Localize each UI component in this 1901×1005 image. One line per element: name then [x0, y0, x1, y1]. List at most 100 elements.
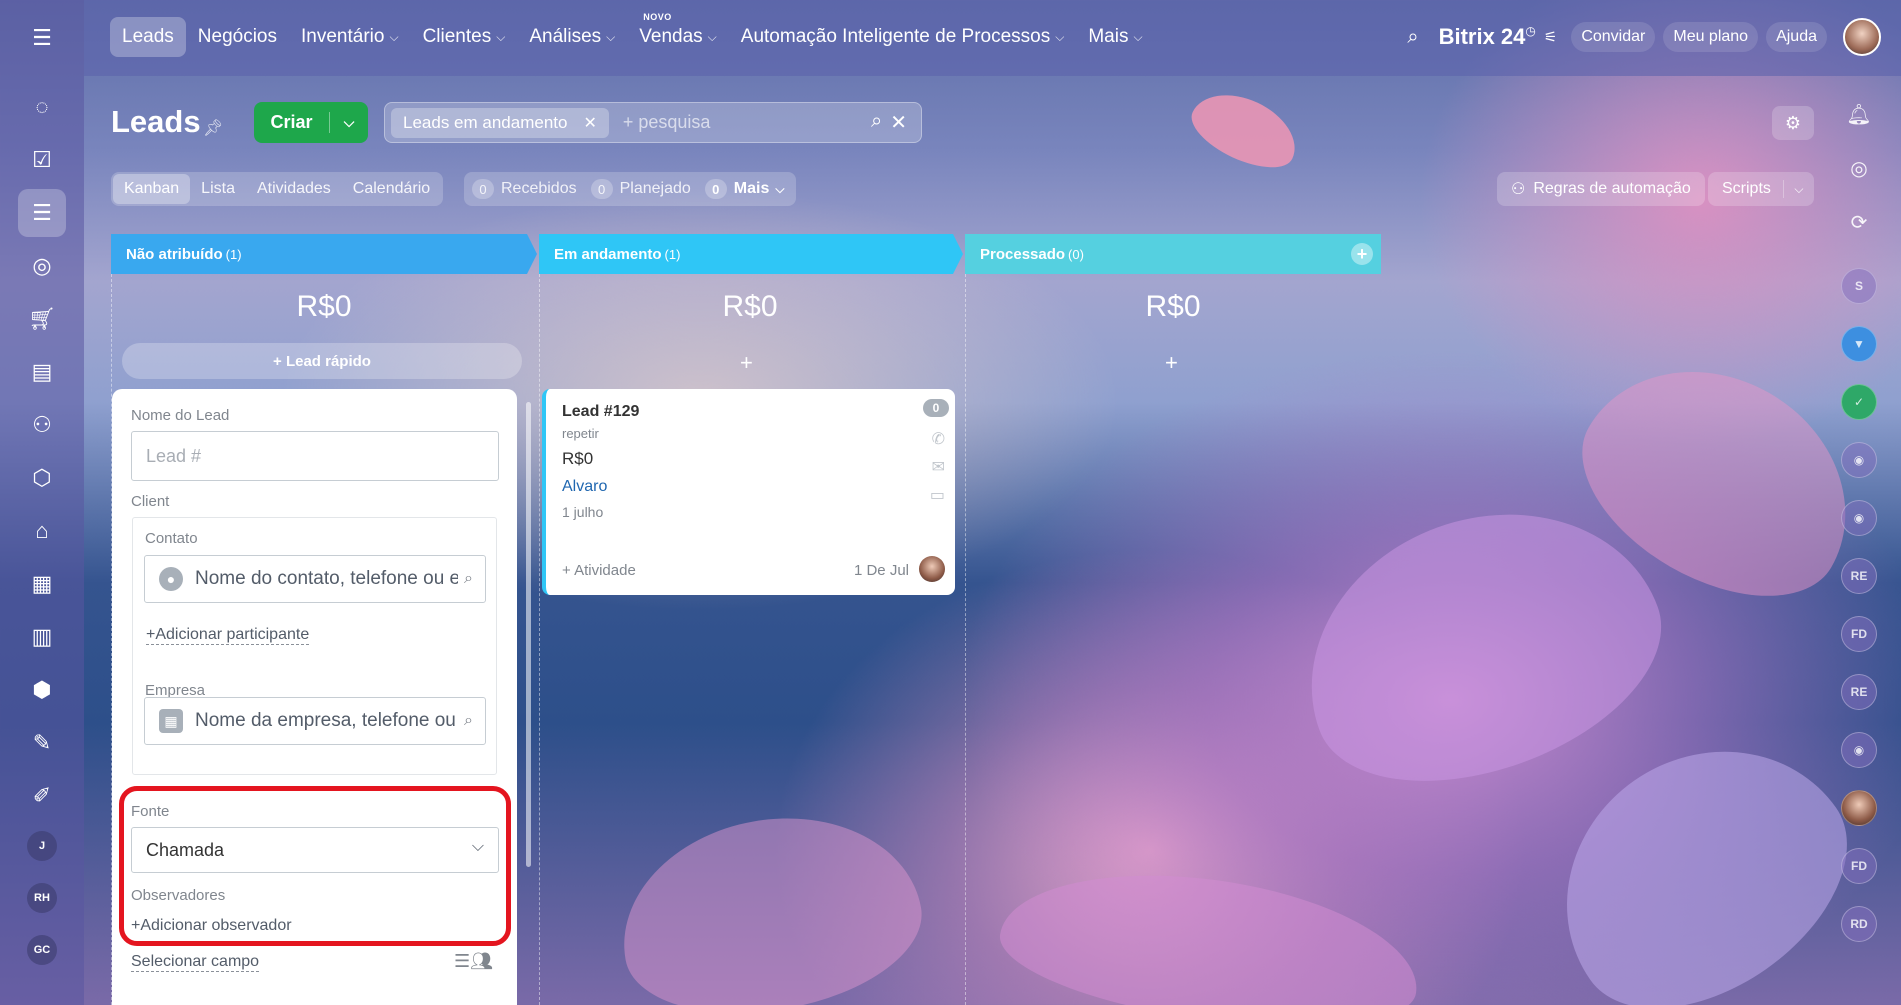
avatar[interactable]: RE: [1841, 558, 1877, 594]
view-calendar[interactable]: Calendário: [342, 174, 441, 204]
quick-lead-button[interactable]: + Lead rápido: [122, 343, 522, 379]
responsible-avatar[interactable]: [919, 556, 945, 582]
add-item-icon[interactable]: +: [1165, 350, 1178, 376]
settings-sliders-icon[interactable]: ⚟: [1544, 28, 1557, 46]
avatar[interactable]: RH: [27, 883, 57, 913]
close-icon[interactable]: ✕: [583, 113, 596, 133]
user-avatar[interactable]: [1843, 18, 1881, 56]
phone-icon[interactable]: ✆: [932, 429, 945, 449]
chat-card-icon[interactable]: ▤: [18, 348, 66, 396]
bar-chart-icon[interactable]: ▥: [18, 613, 66, 661]
avatar[interactable]: FD: [1841, 616, 1877, 652]
filter-chip-label: Leads em andamento: [403, 112, 568, 132]
view-kanban[interactable]: Kanban: [113, 174, 191, 204]
help-button[interactable]: Ajuda: [1766, 22, 1827, 52]
bell-icon[interactable]: 🔔︎: [1841, 96, 1877, 132]
task-check-icon[interactable]: ☑: [18, 136, 66, 184]
nav-item-analytics[interactable]: Análises ⌵: [517, 17, 627, 57]
select-field-link[interactable]: Selecionar campo: [131, 953, 260, 972]
clear-icon[interactable]: ✕: [890, 110, 907, 135]
avatar[interactable]: GC: [27, 935, 57, 965]
form-scrollbar[interactable]: [526, 402, 531, 867]
search-icon: ⌕: [464, 712, 473, 729]
pin-icon[interactable]: 📌︎: [203, 118, 223, 138]
nav-item-deals[interactable]: Negócios: [186, 17, 289, 57]
add-participant-link[interactable]: +Adicionar participante: [146, 626, 310, 645]
view-activities[interactable]: Atividades: [246, 174, 342, 204]
copilot-icon[interactable]: ◎: [1841, 150, 1877, 186]
top-bar: Leads Negócios Inventário ⌵ Clientes ⌵ Aná…: [84, 0, 1901, 76]
mail-icon[interactable]: ✉: [932, 457, 945, 477]
nav-item-clients[interactable]: Clientes ⌵: [411, 17, 518, 57]
avatar[interactable]: RD: [1841, 906, 1877, 942]
calendar-list-icon[interactable]: ▦: [18, 560, 66, 608]
robot-icon[interactable]: ⚇: [18, 401, 66, 449]
chevron-down-icon: ⌵: [1133, 29, 1143, 44]
counter-label: Mais: [733, 180, 770, 197]
search-icon[interactable]: ⌕: [871, 110, 882, 135]
invite-button[interactable]: Convidar: [1571, 22, 1656, 52]
green-check-icon[interactable]: ✓: [1841, 384, 1877, 420]
company-search-input[interactable]: ▦ Nome da empresa, telefone ou e-mail ⌕: [144, 697, 486, 745]
automation-rules-button[interactable]: ⚇ Regras de automação: [1497, 172, 1705, 206]
search-icon[interactable]: ⌕: [1407, 26, 1418, 49]
search-input[interactable]: + pesquisa: [623, 112, 871, 133]
page-title: Leads: [111, 104, 201, 139]
view-list[interactable]: Lista: [190, 174, 246, 204]
chat-sync-icon[interactable]: ⟳: [1841, 204, 1877, 240]
filter-search-box[interactable]: Leads em andamento ✕ + pesquisa ⌕ ✕: [384, 102, 922, 143]
main-nav: Leads Negócios Inventário ⌵ Clientes ⌵ Aná…: [110, 12, 1155, 57]
target-icon[interactable]: ◎: [18, 242, 66, 290]
stage-header-processed[interactable]: Processado (0) +: [965, 234, 1381, 274]
gear-icon[interactable]: ⚙: [1772, 106, 1814, 140]
lead-card[interactable]: Lead #129 repetir R$0 Alvaro 1 julho 0 ✆…: [542, 389, 955, 595]
openlines-icon[interactable]: ◉: [1841, 442, 1877, 478]
menu-icon[interactable]: ☰: [18, 14, 66, 62]
filter-chip[interactable]: Leads em andamento ✕: [391, 107, 609, 138]
counter-received[interactable]: 0 Recebidos: [472, 179, 577, 199]
ring-icon[interactable]: ◌: [18, 83, 66, 131]
openlines-icon[interactable]: ◉: [1841, 732, 1877, 768]
bookmark-icon[interactable]: ▼: [1841, 326, 1877, 362]
nav-item-leads[interactable]: Leads: [110, 17, 186, 57]
add-stage-icon[interactable]: +: [1351, 243, 1373, 265]
chevron-down-icon[interactable]: ⌵: [1784, 182, 1814, 197]
nav-item-more[interactable]: Mais ⌵: [1076, 17, 1154, 57]
add-activity-link[interactable]: + Atividade: [562, 562, 636, 579]
contact-search-input[interactable]: ● Nome do contato, telefone ou e-mail ⌕: [144, 555, 486, 603]
avatar[interactable]: J: [27, 831, 57, 861]
scripts-button[interactable]: Scripts ⌵: [1708, 172, 1814, 206]
create-button[interactable]: Criar ⌵: [254, 102, 368, 143]
cart-icon[interactable]: 🛒︎: [18, 295, 66, 343]
card-contact-link[interactable]: Alvaro: [562, 478, 607, 496]
lead-name-input[interactable]: Lead #: [131, 431, 499, 481]
counter-planned[interactable]: 0 Planejado: [590, 179, 691, 199]
avatar[interactable]: FD: [1841, 848, 1877, 884]
field-users-icon[interactable]: ☰👥︎: [454, 951, 493, 972]
pen-icon[interactable]: ✐: [18, 772, 66, 820]
box-icon[interactable]: ⬡: [18, 454, 66, 502]
user-photo-avatar[interactable]: [1841, 790, 1877, 826]
avatar[interactable]: S: [1841, 268, 1877, 304]
add-item-icon[interactable]: +: [740, 350, 753, 376]
search-icon: ⌕: [464, 570, 473, 587]
counter-more[interactable]: 0 Mais ⌵: [704, 179, 784, 199]
nav-item-sales[interactable]: NOVO Vendas ⌵: [627, 12, 729, 57]
stage-header-in-progress[interactable]: Em andamento (1): [539, 234, 959, 274]
shield-icon[interactable]: ⬢: [18, 666, 66, 714]
warehouse-icon[interactable]: ⌂: [18, 507, 66, 555]
card-price: R$0: [562, 449, 594, 468]
openlines-icon[interactable]: ◉: [1841, 500, 1877, 536]
document-sign-icon[interactable]: ✎: [18, 719, 66, 767]
nav-item-automation[interactable]: Automação Inteligente de Processos ⌵: [729, 17, 1077, 57]
avatar[interactable]: RE: [1841, 674, 1877, 710]
funnel-icon[interactable]: ☰: [18, 189, 66, 237]
my-plan-button[interactable]: Meu plano: [1663, 22, 1759, 52]
nav-item-inventory[interactable]: Inventário ⌵: [289, 17, 411, 57]
chevron-down-icon[interactable]: ⌵: [330, 114, 368, 131]
stage-count: (0): [1068, 246, 1084, 262]
brand-logo: Bitrix 24◷: [1438, 24, 1536, 49]
chat-icon[interactable]: ▭: [930, 485, 945, 505]
card-title[interactable]: Lead #129: [562, 403, 639, 421]
stage-header-unassigned[interactable]: Não atribuído (1): [111, 234, 531, 274]
